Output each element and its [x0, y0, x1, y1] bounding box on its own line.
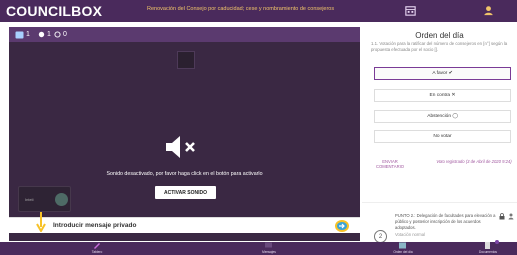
vote-in-favor-button[interactable]: A favor ✔ [374, 67, 511, 80]
nav-mensajes-label: Mensajes [262, 250, 276, 254]
nav-orden-del-dia[interactable]: Orden del día [383, 242, 423, 255]
video-area: 1 1 0 Sonido desactivado, por favor haga… [9, 27, 360, 241]
agenda-description: 1.1. Votación para la ratificar del núme… [371, 41, 508, 52]
time-counter: 0 [54, 29, 67, 40]
nav-documentos[interactable]: Documentos [468, 240, 508, 255]
agenda-item-description: PUNTO 2.: Delegación de facultades para … [395, 213, 496, 231]
app-logo: COUNCILBOX [6, 3, 103, 19]
users-icon [15, 31, 24, 38]
bottom-navigation: Tablero Mensajes Orden del día Documento… [0, 240, 517, 255]
hands-count: 1 [47, 31, 51, 38]
document-icon [485, 242, 490, 249]
users-count: 1 [26, 31, 30, 38]
send-icon [339, 223, 345, 229]
pen-icon [94, 243, 100, 249]
vote-abstain-button[interactable]: Abstención ◯ [374, 110, 511, 123]
vote-against-button[interactable]: En contra ✕ [374, 89, 511, 102]
private-message-bar: Introducir mensaje privado [9, 217, 360, 233]
clock-icon [54, 31, 61, 38]
avatar [55, 193, 68, 206]
private-message-input[interactable]: Introducir mensaje privado [53, 222, 136, 229]
hands-counter: 1 [38, 29, 51, 40]
nav-orden-del-dia-label: Orden del día [393, 250, 413, 254]
calendar-icon [399, 242, 406, 249]
send-comment-link[interactable]: ENVIAR COMENTARIO [371, 159, 409, 169]
user-icon[interactable] [482, 4, 495, 17]
self-view-label: Intelí [25, 197, 34, 202]
nav-tablero[interactable]: Tablero [77, 242, 117, 255]
top-header: COUNCILBOX Renovación del Consejo por ca… [0, 0, 517, 22]
chat-icon [265, 242, 272, 248]
activate-sound-button[interactable]: ACTIVAR SONIDO [155, 186, 216, 199]
vote-registered-status: Voto registrado (3 de Abril de 2020 9:24… [436, 159, 512, 164]
video-placeholder-icon [177, 51, 195, 69]
meeting-title: Renovación del Consejo por caducidad; ce… [147, 6, 335, 12]
self-view-thumbnail: Intelí [18, 186, 71, 212]
participants-counter: 1 [15, 29, 30, 40]
agenda-item-type: Votación normal [395, 231, 426, 237]
arrow-down-icon [36, 212, 46, 232]
calendar-icon[interactable] [404, 4, 417, 17]
agenda-title: Orden del día [415, 31, 464, 40]
agenda-panel: Orden del día 1.1. Votación para la rati… [362, 22, 517, 248]
speaker-muted-icon [166, 136, 195, 158]
nav-documentos-label: Documentos [479, 250, 497, 254]
hand-icon [38, 31, 45, 38]
sound-disabled-message: Sonido desactivado, por favor haga click… [106, 171, 263, 177]
video-toolbar: 1 1 0 [9, 27, 360, 42]
notification-badge [495, 240, 499, 244]
send-message-button[interactable] [335, 220, 349, 232]
nav-mensajes[interactable]: Mensajes [249, 242, 289, 255]
time-count: 0 [63, 31, 67, 38]
lock-icon [499, 213, 505, 220]
nav-tablero-label: Tablero [91, 250, 103, 254]
agenda-item-text: PUNTO 2.: Delegación de facultades para … [395, 213, 500, 238]
person-icon [508, 213, 514, 220]
no-vote-button[interactable]: No votar [374, 130, 511, 143]
